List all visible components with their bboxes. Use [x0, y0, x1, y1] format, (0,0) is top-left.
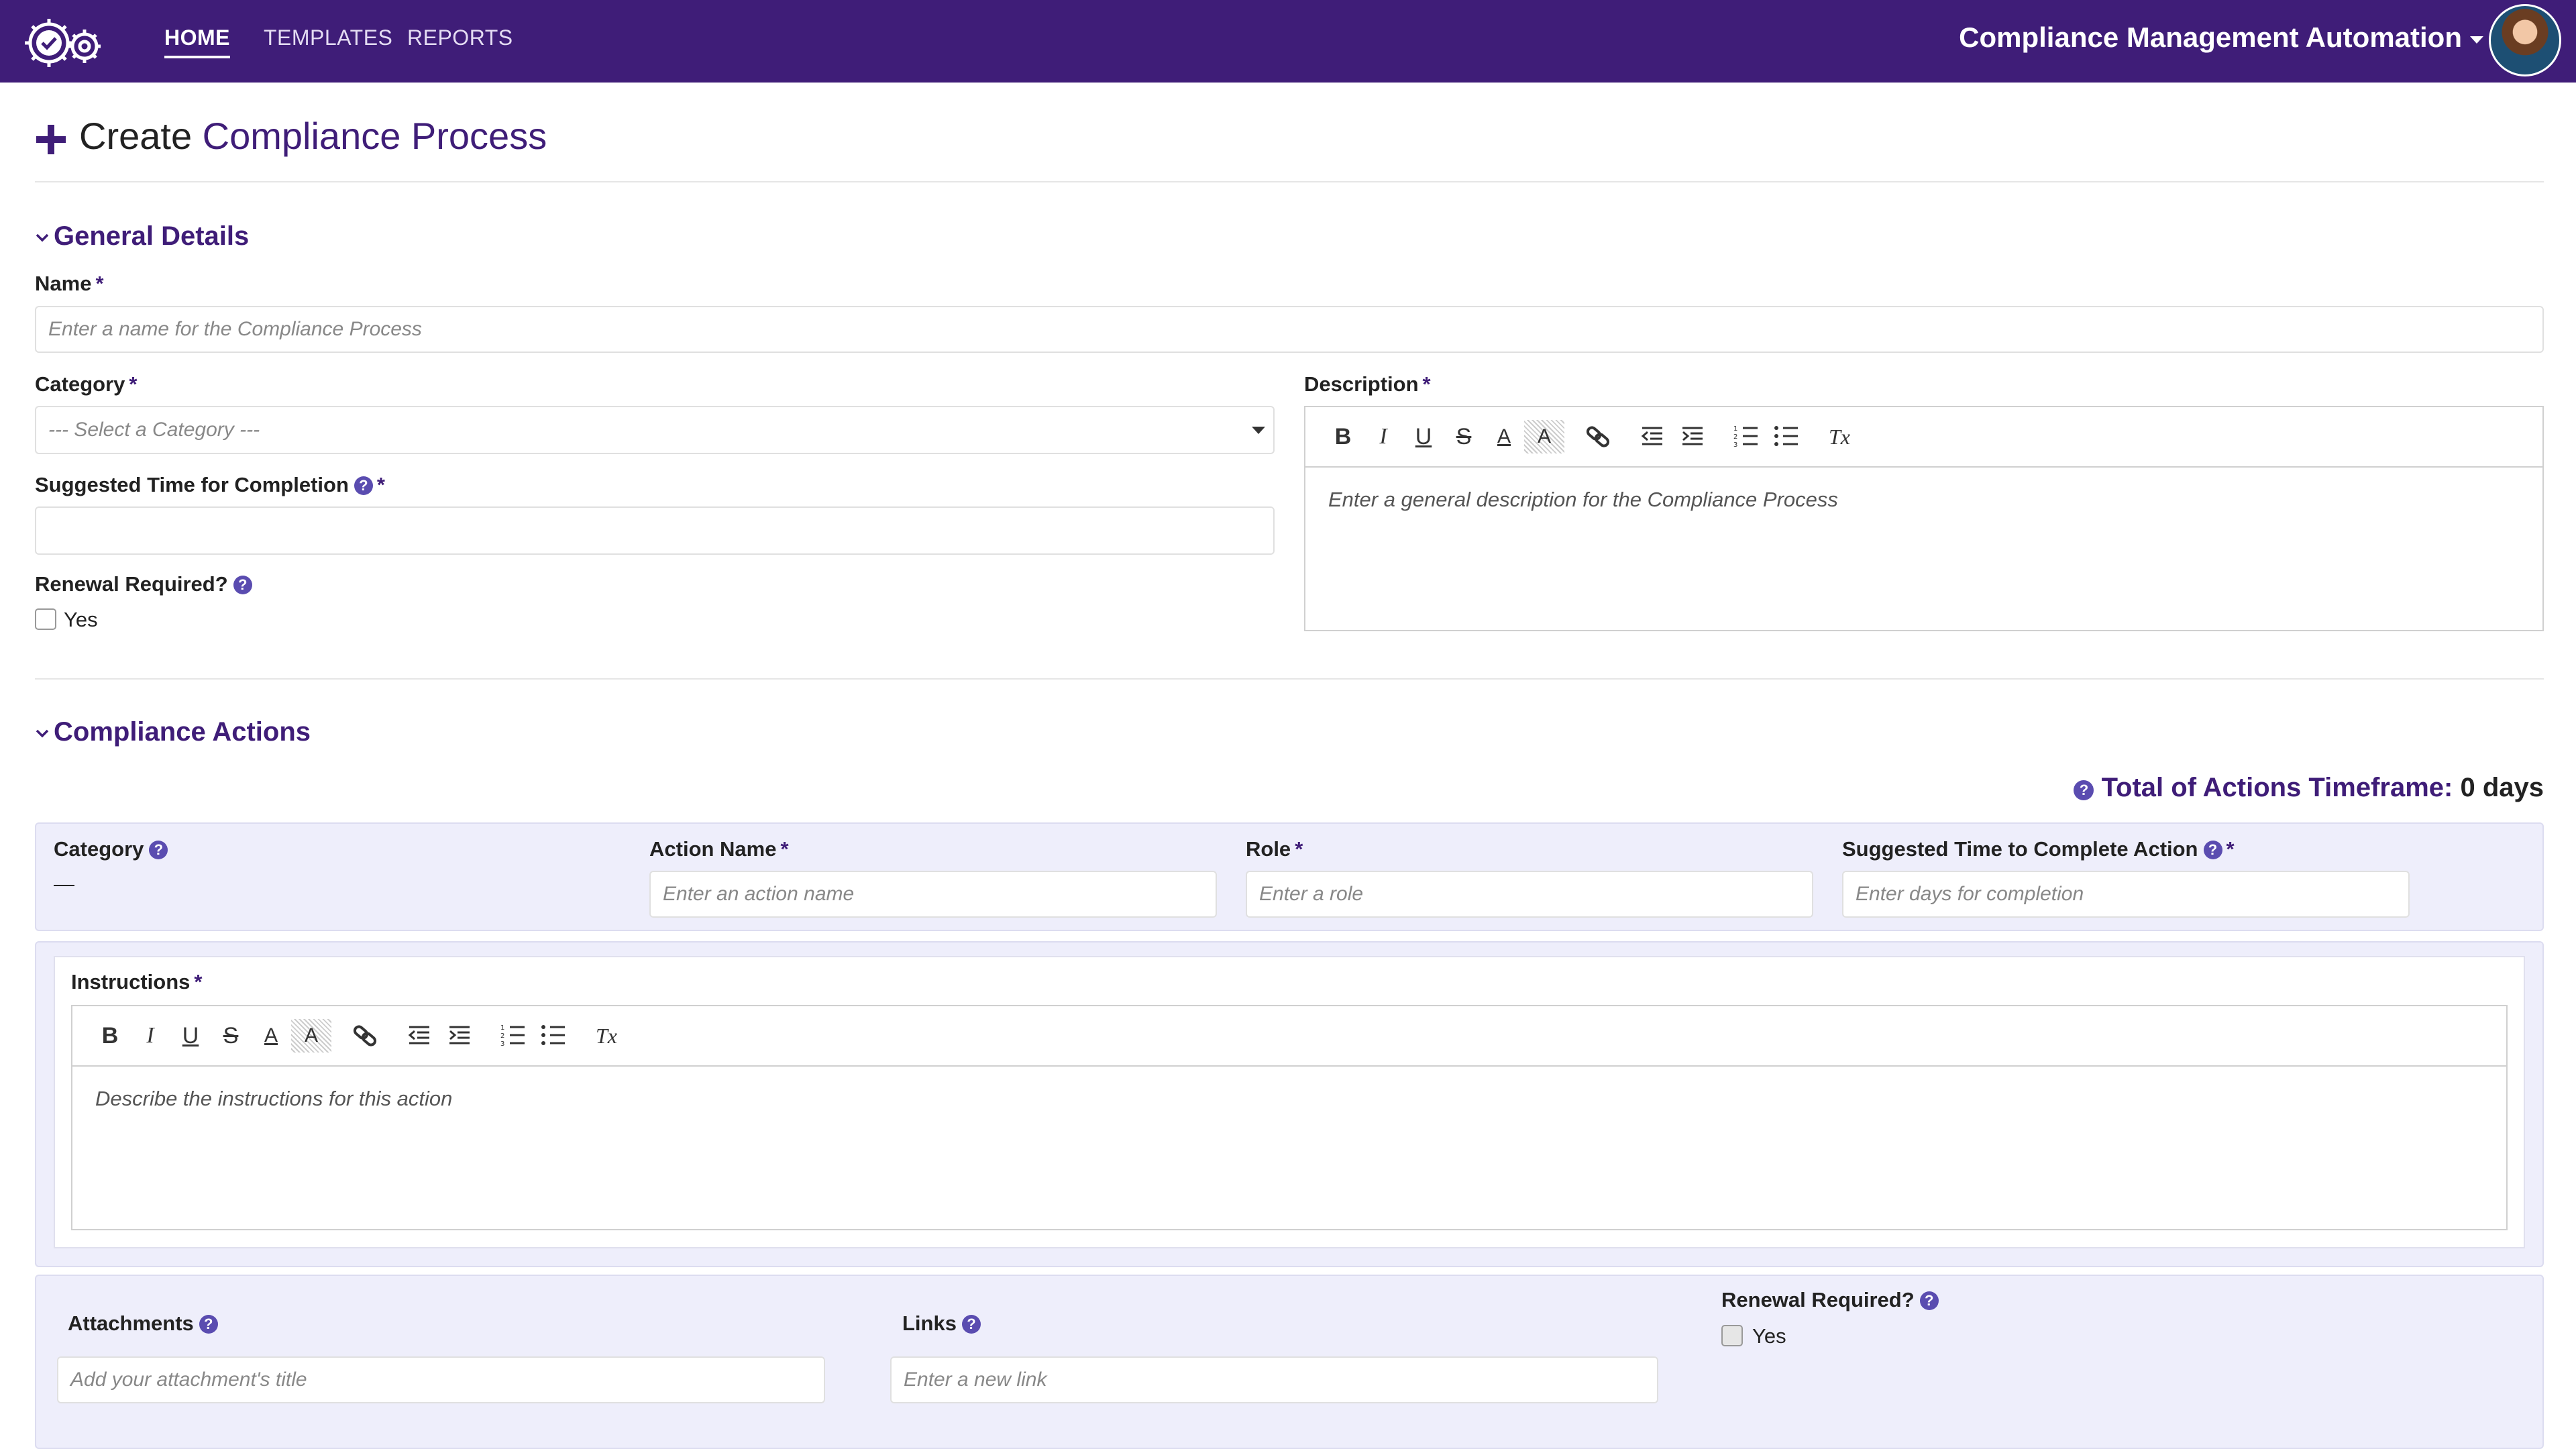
section-compliance-actions[interactable]: Compliance Actions — [54, 717, 311, 747]
bullet-list-icon[interactable] — [1766, 420, 1806, 453]
name-label: Name * — [35, 272, 104, 295]
chevron-down-icon[interactable] — [35, 230, 50, 245]
suggested-action-time-input[interactable]: Enter days for completion — [1842, 871, 2410, 918]
bold-button[interactable]: B — [1323, 420, 1363, 453]
strike-button[interactable]: S — [211, 1019, 251, 1053]
help-icon[interactable]: ? — [2074, 780, 2094, 800]
outdent-icon[interactable] — [398, 1019, 439, 1053]
link-icon[interactable] — [345, 1019, 385, 1053]
category-selected-value: --- Select a Category --- — [48, 419, 260, 441]
text-color-button[interactable]: A — [251, 1019, 291, 1053]
total-timeframe: ? Total of Actions Timeframe: 0 days — [2068, 773, 2544, 803]
renewal-yes-label: Yes — [64, 608, 98, 631]
suggested-time-input[interactable] — [35, 506, 1275, 555]
help-icon[interactable]: ? — [233, 576, 252, 594]
instructions-placeholder: Describe the instructions for this actio… — [95, 1087, 453, 1110]
action-name-input[interactable]: Enter an action name — [649, 871, 1217, 918]
suggested-time-label: Suggested Time for Completion? * — [35, 473, 385, 496]
section-general-details[interactable]: General Details — [54, 221, 249, 252]
action-category-value: — — [54, 872, 74, 896]
renewal-label: Renewal Required?? — [35, 572, 252, 596]
svg-text:1: 1 — [1733, 425, 1737, 433]
help-icon[interactable]: ? — [961, 1315, 981, 1334]
description-editor[interactable]: B I U S A A 123 Tx Enter a general descr… — [1304, 406, 2544, 631]
renewal-checkbox[interactable] — [35, 608, 56, 630]
divider — [35, 678, 2544, 680]
link-icon[interactable] — [1578, 420, 1618, 453]
action-renewal-checkbox[interactable] — [1721, 1325, 1743, 1346]
instructions-toolbar: B I U S A A 123 Tx — [72, 1006, 2506, 1067]
help-icon[interactable]: ? — [354, 476, 373, 495]
page-title-prefix: Create — [79, 115, 193, 157]
attachment-title-input[interactable]: Add your attachment's title — [57, 1356, 825, 1403]
nav-reports[interactable]: REPORTS — [407, 25, 513, 50]
outdent-icon[interactable] — [1631, 420, 1672, 453]
svg-text:3: 3 — [1733, 441, 1737, 449]
strike-button[interactable]: S — [1444, 420, 1484, 453]
help-icon[interactable]: ? — [1919, 1291, 1939, 1310]
underline-button[interactable]: U — [1403, 420, 1444, 453]
attachments-label: Attachments? — [68, 1311, 218, 1336]
role-label: Role * — [1246, 837, 1303, 861]
indent-icon[interactable] — [439, 1019, 479, 1053]
indent-icon[interactable] — [1672, 420, 1712, 453]
role-input[interactable]: Enter a role — [1246, 871, 1813, 918]
highlight-button[interactable]: A — [1524, 420, 1564, 453]
suggested-action-time-label: Suggested Time to Complete Action? * — [1842, 837, 2235, 861]
total-timeframe-label: Total of Actions Timeframe: — [2101, 773, 2453, 802]
select-caret-icon[interactable] — [1252, 427, 1265, 434]
description-placeholder: Enter a general description for the Comp… — [1328, 488, 1838, 511]
help-icon[interactable]: ? — [149, 841, 168, 859]
italic-button[interactable]: I — [130, 1019, 170, 1053]
italic-button[interactable]: I — [1363, 420, 1403, 453]
divider — [35, 181, 2544, 182]
category-label: Category * — [35, 372, 138, 396]
ordered-list-icon[interactable]: 123 — [1725, 420, 1766, 453]
clear-format-button[interactable]: Tx — [586, 1019, 627, 1053]
gear-check-logo-icon[interactable] — [19, 9, 106, 73]
action-renewal-label: Renewal Required?? — [1721, 1288, 1939, 1312]
instructions-editor[interactable]: B I U S A A 123 Tx Describe the instruct… — [71, 1005, 2508, 1230]
action-renewal-yes-label: Yes — [1752, 1324, 1786, 1348]
action-name-label: Action Name * — [649, 837, 789, 861]
nav-home[interactable]: HOME — [164, 25, 230, 58]
category-select[interactable]: --- Select a Category --- — [35, 406, 1275, 454]
bullet-list-icon[interactable] — [533, 1019, 573, 1053]
help-icon[interactable]: ? — [199, 1315, 218, 1334]
avatar[interactable] — [2489, 4, 2561, 76]
chevron-down-icon[interactable] — [35, 726, 50, 741]
total-timeframe-value: 0 days — [2460, 773, 2544, 802]
bold-button[interactable]: B — [90, 1019, 130, 1053]
svg-text:2: 2 — [500, 1032, 504, 1040]
link-input[interactable]: Enter a new link — [890, 1356, 1658, 1403]
help-icon[interactable]: ? — [2203, 841, 2222, 859]
links-label: Links? — [902, 1311, 981, 1336]
ordered-list-icon[interactable]: 123 — [492, 1019, 533, 1053]
description-label: Description * — [1304, 372, 1431, 396]
page-title-accent: Compliance Process — [202, 115, 547, 157]
instructions-label: Instructions * — [71, 970, 203, 994]
plus-icon — [36, 125, 66, 154]
nav-templates[interactable]: TEMPLATES — [264, 25, 392, 50]
app-switcher[interactable]: Compliance Management Automation — [1959, 21, 2462, 54]
name-input[interactable]: Enter a name for the Compliance Process — [35, 306, 2544, 353]
underline-button[interactable]: U — [170, 1019, 211, 1053]
text-color-button[interactable]: A — [1484, 420, 1524, 453]
svg-text:1: 1 — [500, 1024, 504, 1032]
highlight-button[interactable]: A — [291, 1019, 331, 1053]
page-title: Create Compliance Process — [79, 114, 547, 158]
description-toolbar: B I U S A A 123 Tx — [1305, 407, 2542, 468]
svg-text:3: 3 — [500, 1040, 504, 1048]
chevron-down-icon[interactable] — [2470, 36, 2483, 44]
action-category-label: Category? — [54, 837, 168, 861]
svg-text:2: 2 — [1733, 433, 1737, 441]
clear-format-button[interactable]: Tx — [1819, 420, 1860, 453]
